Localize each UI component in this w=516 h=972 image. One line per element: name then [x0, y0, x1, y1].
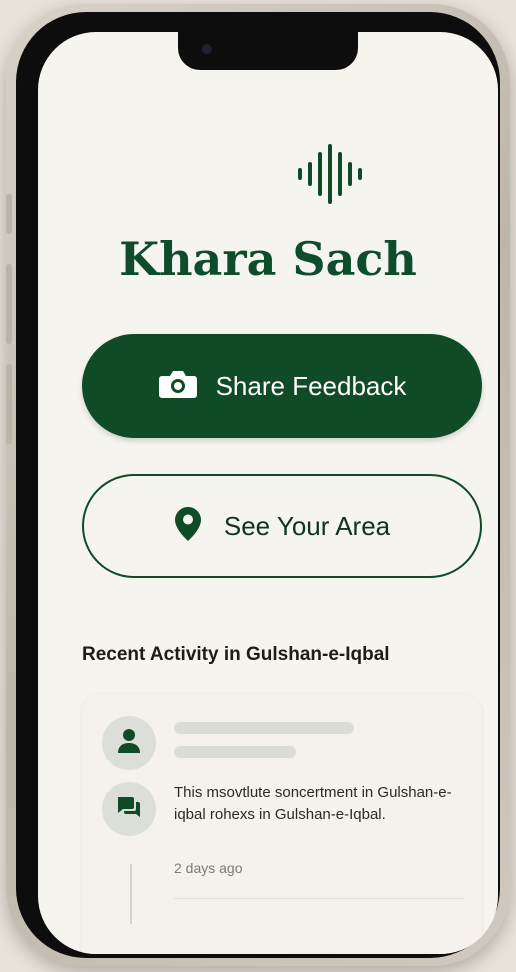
- phone-bezel: Khara Sach Share Feedback See Your Area …: [16, 12, 500, 958]
- app-screen: Khara Sach Share Feedback See Your Area …: [38, 32, 498, 954]
- activity-timestamp: 2 days ago: [174, 860, 243, 876]
- user-icon: [117, 728, 141, 759]
- timeline-connector: [130, 864, 132, 924]
- user-avatar: [102, 716, 156, 770]
- see-your-area-label: See Your Area: [223, 510, 391, 541]
- share-feedback-label: Share Feedback: [215, 370, 407, 401]
- activity-text: This msovtlute soncertment in Gulshan-e-…: [174, 784, 452, 823]
- phone-frame: Khara Sach Share Feedback See Your Area …: [6, 4, 510, 966]
- recent-activity-heading: Recent Activity in Gulshan-e-Iqbal: [82, 644, 390, 665]
- volume-down-button: [6, 364, 12, 444]
- front-camera: [202, 44, 212, 54]
- share-feedback-button[interactable]: Share Feedback: [82, 334, 482, 438]
- skeleton-name-line: [174, 722, 354, 734]
- camera-icon: [158, 368, 198, 405]
- skeleton-meta-line: [174, 746, 296, 758]
- audio-waveform-icon: [294, 142, 374, 206]
- see-your-area-button[interactable]: See Your Area: [82, 474, 482, 578]
- mute-switch: [6, 194, 12, 234]
- location-pin-icon: [174, 506, 202, 547]
- card-divider: [174, 898, 464, 899]
- activity-card[interactable]: This msovtlute soncertment in Gulshan-e-…: [82, 694, 482, 954]
- chat-icon: [116, 795, 142, 824]
- notch: [178, 32, 358, 70]
- volume-up-button: [6, 264, 12, 344]
- comment-avatar: [102, 782, 156, 836]
- app-title: Khara Sach: [119, 232, 417, 286]
